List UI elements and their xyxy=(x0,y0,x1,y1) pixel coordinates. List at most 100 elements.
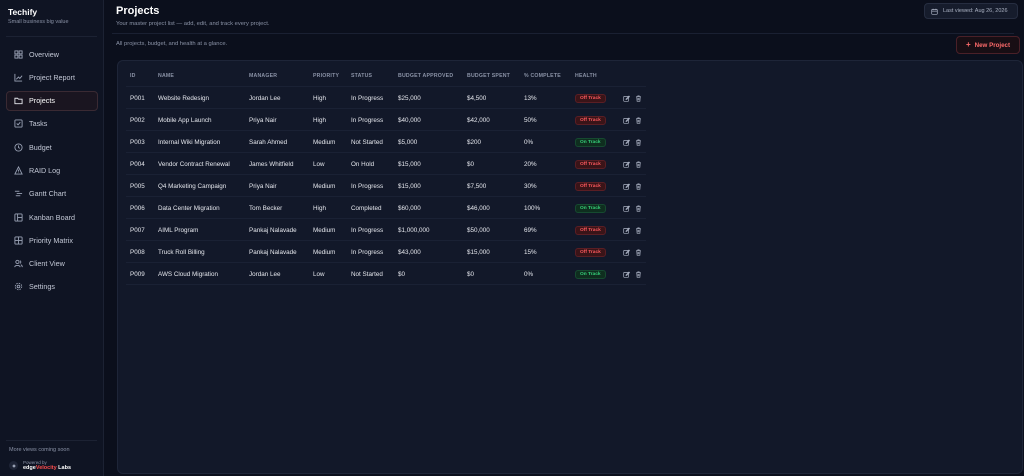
chart-line-icon xyxy=(14,73,23,82)
table-row[interactable]: P005 Q4 Marketing Campaign Priya Nair Mediu… xyxy=(126,175,646,197)
column-header-budget-spent[interactable]: BUDGET SPENT xyxy=(467,65,510,87)
edit-icon[interactable] xyxy=(623,205,630,212)
edit-icon[interactable] xyxy=(623,183,630,190)
table-row[interactable]: P001 Website Redesign Jordan Lee High In Pro… xyxy=(126,87,646,109)
sidebar-item-priority-matrix[interactable]: Priority Matrix xyxy=(6,230,98,250)
trash-icon[interactable] xyxy=(635,183,642,190)
health-badge: On Track xyxy=(575,137,606,147)
table-row[interactable]: P009 AWS Cloud Migration Jordan Lee Low Not … xyxy=(126,263,646,285)
sidebar-item-client-view[interactable]: Client View xyxy=(6,254,98,274)
column-header-name[interactable]: NAME xyxy=(158,65,174,87)
column-header-budget-approved[interactable]: BUDGET APPROVED xyxy=(398,65,453,87)
sidebar-item-label: Project Report xyxy=(29,72,75,82)
cell-health: Off Track xyxy=(575,109,606,131)
column-header-manager[interactable]: MANAGER xyxy=(249,65,277,87)
table-row[interactable]: P008 Truck Roll Billing Pankaj Nalavade Med… xyxy=(126,241,646,263)
trash-icon[interactable] xyxy=(635,227,642,234)
edit-icon[interactable] xyxy=(623,161,630,168)
row-actions xyxy=(623,219,647,241)
powered-name: edgeVelocity Labs xyxy=(23,465,71,471)
cell-budget-spent: $7,500 xyxy=(467,182,487,190)
sidebar: Techify Small business big value Overvie… xyxy=(0,0,104,476)
cell-health: Off Track xyxy=(575,219,606,241)
cell-budget-spent: $46,000 xyxy=(467,204,490,212)
health-badge: Off Track xyxy=(575,93,606,103)
cell-priority: Medium xyxy=(313,182,336,190)
clock-icon xyxy=(14,143,23,152)
trash-icon[interactable] xyxy=(635,139,642,146)
table-row[interactable]: P002 Mobile App Launch Priya Nair High In Pr… xyxy=(126,109,646,131)
sidebar-item-raid-log[interactable]: RAID Log xyxy=(6,160,98,180)
cell-id: P007 xyxy=(130,226,145,234)
matrix-icon xyxy=(14,236,23,245)
cell-percent-complete: 30% xyxy=(524,182,537,190)
sidebar-item-kanban-board[interactable]: Kanban Board xyxy=(6,207,98,227)
trash-icon[interactable] xyxy=(635,161,642,168)
health-badge: Off Track xyxy=(575,225,606,235)
new-project-button[interactable]: + New Project xyxy=(956,36,1020,54)
cell-percent-complete: 100% xyxy=(524,204,541,212)
table-row[interactable]: P006 Data Center Migration Tom Becker High C… xyxy=(126,197,646,219)
sidebar-item-budget[interactable]: Budget xyxy=(6,137,98,157)
folder-icon xyxy=(14,96,23,105)
edit-icon[interactable] xyxy=(623,139,630,146)
column-header-percent-complete[interactable]: % COMPLETE xyxy=(524,65,561,87)
sidebar-item-project-report[interactable]: Project Report xyxy=(6,67,98,87)
trash-icon[interactable] xyxy=(635,271,642,278)
sidebar-item-settings[interactable]: Settings xyxy=(6,277,98,297)
last-viewed-badge: Last viewed: Aug 26, 2026 xyxy=(924,3,1018,19)
trash-icon[interactable] xyxy=(635,117,642,124)
cell-manager: Priya Nair xyxy=(249,182,277,190)
sidebar-item-gantt-chart[interactable]: Gantt Chart xyxy=(6,184,98,204)
cell-status: Completed xyxy=(351,204,382,212)
cell-priority: Low xyxy=(313,270,325,278)
sidebar-nav: Overview Project Report Projects Tasks Budge… xyxy=(6,44,98,300)
sidebar-item-label: Kanban Board xyxy=(29,212,75,222)
cell-budget-spent: $50,000 xyxy=(467,226,490,234)
cell-health: Off Track xyxy=(575,87,606,109)
powered-name-accent: Velocity xyxy=(35,465,57,471)
sidebar-item-tasks[interactable]: Tasks xyxy=(6,114,98,134)
cell-priority: Medium xyxy=(313,248,336,256)
cell-name: Data Center Migration xyxy=(158,204,220,212)
table-row[interactable]: P004 Vendor Contract Renewal James Whitfie… xyxy=(126,153,646,175)
column-header-status[interactable]: STATUS xyxy=(351,65,372,87)
cell-id: P006 xyxy=(130,204,145,212)
table-row[interactable]: P007 AIML Program Pankaj Nalavade Medium In … xyxy=(126,219,646,241)
sidebar-item-overview[interactable]: Overview xyxy=(6,44,98,64)
cell-budget-spent: $0 xyxy=(467,270,475,278)
divider xyxy=(112,33,1014,34)
cell-budget-spent: $0 xyxy=(467,160,475,168)
cell-health: Off Track xyxy=(575,175,606,197)
trash-icon[interactable] xyxy=(635,95,642,102)
column-header-priority[interactable]: PRIORITY xyxy=(313,65,339,87)
column-header-health[interactable]: HEALTH xyxy=(575,65,597,87)
row-actions xyxy=(623,197,647,219)
new-project-label: New Project xyxy=(974,41,1011,49)
cell-budget-approved: $5,000 xyxy=(398,138,418,146)
sidebar-item-label: Tasks xyxy=(29,119,48,129)
sidebar-item-projects[interactable]: Projects xyxy=(6,90,98,111)
edit-icon[interactable] xyxy=(623,227,630,234)
cell-health: Off Track xyxy=(575,241,606,263)
kanban-icon xyxy=(14,213,23,222)
projects-table-panel: ID NAME MANAGER PRIORITY STATUS BUDGET A… xyxy=(117,60,1023,474)
edit-icon[interactable] xyxy=(623,117,630,124)
cell-health: Off Track xyxy=(575,153,606,175)
row-actions xyxy=(623,131,647,153)
cell-budget-spent: $200 xyxy=(467,138,482,146)
table-row[interactable]: P003 Internal Wiki Migration Sarah Ahmed Me… xyxy=(126,131,646,153)
cell-id: P009 xyxy=(130,270,145,278)
edit-icon[interactable] xyxy=(623,95,630,102)
grid-icon xyxy=(14,49,23,59)
cell-id: P001 xyxy=(130,94,145,102)
health-badge: On Track xyxy=(575,203,606,213)
column-header-id[interactable]: ID xyxy=(130,65,136,87)
cell-id: P008 xyxy=(130,248,145,256)
row-actions xyxy=(623,175,647,197)
edit-icon[interactable] xyxy=(623,249,630,256)
health-badge: Off Track xyxy=(575,247,606,257)
trash-icon[interactable] xyxy=(635,249,642,256)
trash-icon[interactable] xyxy=(635,205,642,212)
edit-icon[interactable] xyxy=(623,271,630,278)
